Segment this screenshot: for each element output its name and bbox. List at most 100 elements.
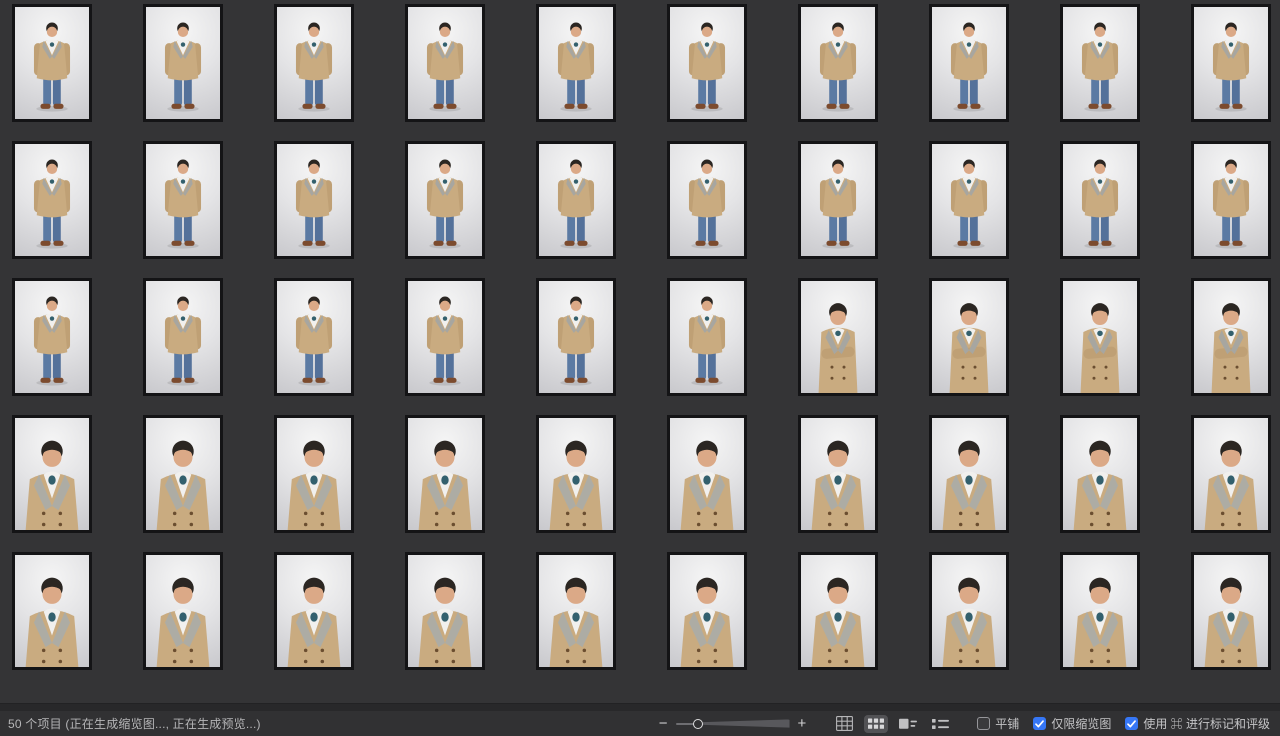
- photo-thumbnail[interactable]: [1060, 278, 1140, 396]
- photo-image: [670, 281, 744, 393]
- photo-image: [146, 7, 220, 119]
- photo-thumbnail[interactable]: [143, 141, 223, 259]
- thumbnail-grid: [0, 0, 1280, 670]
- photo-image: [539, 144, 613, 256]
- photo-thumbnail[interactable]: [12, 415, 92, 533]
- photo-thumbnail[interactable]: [143, 552, 223, 670]
- photo-image: [15, 418, 89, 530]
- zoom-in-button[interactable]: +: [798, 716, 807, 731]
- photo-thumbnail[interactable]: [274, 4, 354, 122]
- photo-thumbnail[interactable]: [12, 278, 92, 396]
- photo-image: [408, 281, 482, 393]
- list-view-button[interactable]: [928, 715, 953, 733]
- photo-image: [1194, 418, 1268, 530]
- photo-thumbnail[interactable]: [143, 4, 223, 122]
- photo-thumbnail[interactable]: [1191, 552, 1271, 670]
- photo-image: [539, 281, 613, 393]
- photo-thumbnail[interactable]: [274, 278, 354, 396]
- photo-thumbnail[interactable]: [929, 552, 1009, 670]
- photo-image: [1194, 7, 1268, 119]
- photo-image: [15, 555, 89, 667]
- tile-checkbox-label: 平铺: [995, 715, 1019, 732]
- photo-thumbnail[interactable]: [1060, 552, 1140, 670]
- option-checkbox-group: 平铺 仅限缩览图 使用 ⌘ 进行标记和评级: [977, 715, 1270, 732]
- photo-thumbnail[interactable]: [798, 552, 878, 670]
- photo-thumbnail[interactable]: [1191, 415, 1271, 533]
- photo-image: [801, 7, 875, 119]
- photo-thumbnail[interactable]: [274, 415, 354, 533]
- grid-lines-icon: [836, 716, 853, 731]
- contact-sheet: [0, 0, 1280, 703]
- tile-checkbox[interactable]: 平铺: [977, 715, 1019, 732]
- photo-image: [801, 144, 875, 256]
- photo-thumbnail[interactable]: [536, 415, 616, 533]
- thumbnail-size-slider[interactable]: [676, 716, 790, 732]
- photo-thumbnail[interactable]: [405, 278, 485, 396]
- photo-thumbnail[interactable]: [536, 552, 616, 670]
- photo-thumbnail[interactable]: [274, 141, 354, 259]
- photo-thumbnail[interactable]: [1191, 278, 1271, 396]
- photo-thumbnail[interactable]: [667, 552, 747, 670]
- photo-thumbnail[interactable]: [798, 278, 878, 396]
- thumbnails-only-checkbox[interactable]: 仅限缩览图: [1033, 715, 1111, 732]
- photo-image: [277, 555, 351, 667]
- photo-thumbnail[interactable]: [667, 141, 747, 259]
- photo-image: [801, 555, 875, 667]
- photo-thumbnail[interactable]: [1060, 141, 1140, 259]
- photo-thumbnail[interactable]: [143, 415, 223, 533]
- photo-thumbnail[interactable]: [929, 141, 1009, 259]
- photo-thumbnail[interactable]: [667, 278, 747, 396]
- photo-thumbnail[interactable]: [12, 141, 92, 259]
- list-icon: [932, 718, 949, 730]
- photo-thumbnail[interactable]: [12, 552, 92, 670]
- photo-image: [1063, 555, 1137, 667]
- cmd-mark-rate-checkbox[interactable]: 使用 ⌘ 进行标记和评级: [1125, 715, 1270, 732]
- photo-image: [539, 418, 613, 530]
- photo-thumbnail[interactable]: [1060, 415, 1140, 533]
- photo-browser-window: 50 个项目 (正在生成缩览图..., 正在生成预览...) − +: [0, 0, 1280, 736]
- photo-thumbnail[interactable]: [12, 4, 92, 122]
- photo-thumbnail[interactable]: [1191, 4, 1271, 122]
- photo-image: [670, 7, 744, 119]
- photo-thumbnail[interactable]: [929, 278, 1009, 396]
- slider-wedge: [699, 719, 789, 728]
- photo-thumbnail[interactable]: [536, 141, 616, 259]
- photo-image: [539, 7, 613, 119]
- photo-thumbnail[interactable]: [405, 415, 485, 533]
- thumbnail-details-view-button[interactable]: [895, 715, 921, 733]
- zoom-out-button[interactable]: −: [659, 716, 668, 731]
- photo-thumbnail[interactable]: [929, 415, 1009, 533]
- photo-thumbnail[interactable]: [667, 415, 747, 533]
- thumbnail-grid-view-button[interactable]: [864, 715, 888, 733]
- photo-image: [146, 555, 220, 667]
- photo-thumbnail[interactable]: [1191, 141, 1271, 259]
- zoom-slider-knob[interactable]: [693, 719, 703, 729]
- photo-image: [146, 418, 220, 530]
- photo-image: [932, 144, 1006, 256]
- photo-thumbnail[interactable]: [405, 552, 485, 670]
- photo-thumbnail[interactable]: [274, 552, 354, 670]
- photo-thumbnail[interactable]: [405, 141, 485, 259]
- photo-thumbnail[interactable]: [798, 4, 878, 122]
- thumbnail-size-control: − +: [659, 716, 807, 732]
- photo-thumbnail[interactable]: [667, 4, 747, 122]
- check-icon: [1035, 720, 1044, 728]
- checkbox-box: [1125, 717, 1138, 730]
- photo-thumbnail[interactable]: [1060, 4, 1140, 122]
- photo-image: [932, 7, 1006, 119]
- photo-thumbnail[interactable]: [798, 415, 878, 533]
- grid-lines-view-button[interactable]: [832, 713, 857, 734]
- photo-image: [277, 144, 351, 256]
- photo-thumbnail[interactable]: [405, 4, 485, 122]
- photo-image: [146, 144, 220, 256]
- photo-image: [932, 418, 1006, 530]
- photo-thumbnail[interactable]: [536, 278, 616, 396]
- statusbar-divider: [0, 703, 1280, 711]
- photo-thumbnail[interactable]: [143, 278, 223, 396]
- photo-image: [277, 281, 351, 393]
- photo-thumbnail[interactable]: [536, 4, 616, 122]
- statusbar: 50 个项目 (正在生成缩览图..., 正在生成预览...) − +: [0, 711, 1280, 736]
- photo-image: [408, 418, 482, 530]
- photo-thumbnail[interactable]: [929, 4, 1009, 122]
- photo-thumbnail[interactable]: [798, 141, 878, 259]
